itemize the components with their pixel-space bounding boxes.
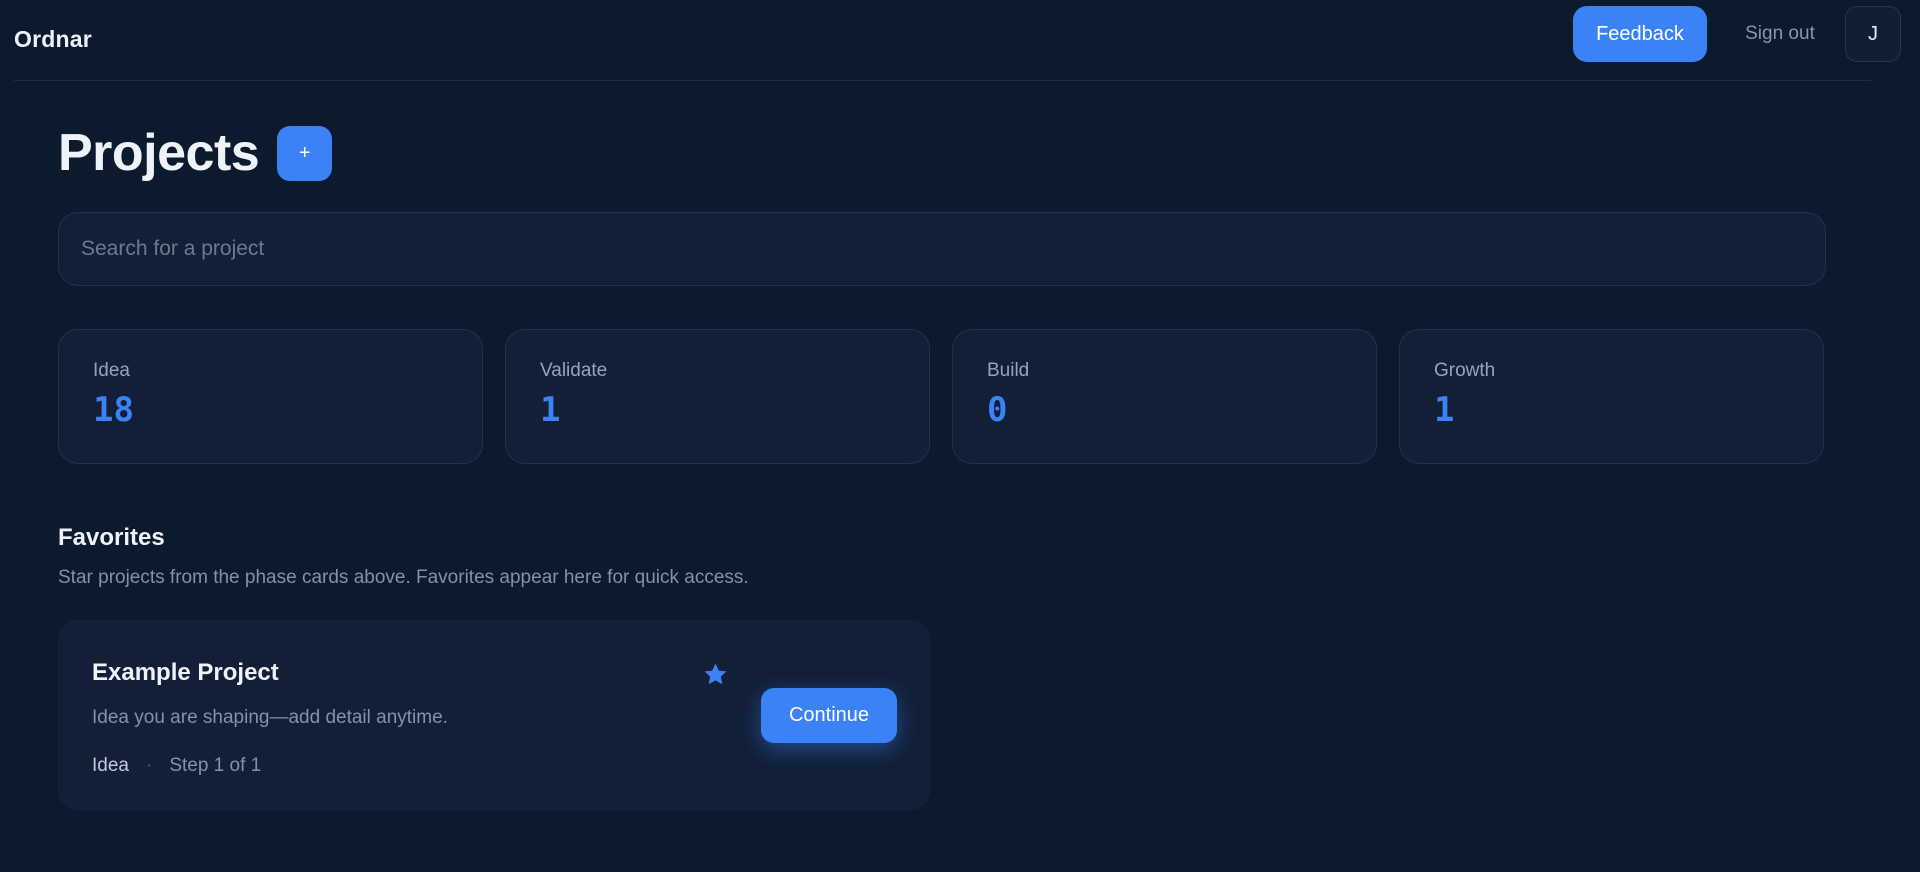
stat-card-growth[interactable]: Growth 1 [1399, 329, 1824, 464]
favorites-title: Favorites [58, 524, 165, 551]
top-header: Ordnar Feedback Sign out J [14, 0, 1901, 81]
stat-value: 1 [540, 390, 561, 430]
stat-label: Growth [1434, 360, 1496, 381]
stat-label: Build [987, 360, 1030, 381]
phase-stats: Idea 18 Validate 1 Build 0 Growth 1 [58, 329, 1824, 464]
brand-logo[interactable]: Ordnar [14, 26, 92, 53]
stat-value: 1 [1434, 390, 1455, 430]
feedback-button[interactable]: Feedback [1573, 6, 1707, 62]
title-row: Projects + [58, 122, 333, 184]
sign-out-button[interactable]: Sign out [1725, 6, 1835, 62]
project-phase: Idea [92, 755, 129, 776]
stat-label: Idea [93, 360, 130, 381]
search-input[interactable] [58, 212, 1826, 286]
page-title: Projects [58, 124, 260, 182]
project-meta: Idea · Step 1 of 1 [92, 755, 261, 777]
star-icon[interactable] [702, 661, 729, 688]
stat-label: Validate [540, 360, 608, 381]
favorite-project-card: Example Project Idea you are shaping—add… [58, 620, 930, 810]
user-avatar[interactable]: J [1845, 6, 1901, 62]
stat-value: 0 [987, 390, 1008, 430]
stat-card-idea[interactable]: Idea 18 [58, 329, 483, 464]
stat-value: 18 [93, 390, 134, 430]
favorites-description: Star projects from the phase cards above… [58, 567, 749, 588]
continue-button[interactable]: Continue [761, 688, 897, 743]
add-project-button[interactable]: + [277, 125, 333, 181]
header-actions: Feedback Sign out J [1573, 6, 1901, 62]
meta-separator: · [145, 755, 153, 776]
project-step: Step 1 of 1 [169, 755, 262, 776]
stat-card-validate[interactable]: Validate 1 [505, 329, 930, 464]
stat-card-build[interactable]: Build 0 [952, 329, 1377, 464]
project-name: Example Project [92, 659, 279, 686]
project-description: Idea you are shaping—add detail anytime. [92, 707, 448, 728]
